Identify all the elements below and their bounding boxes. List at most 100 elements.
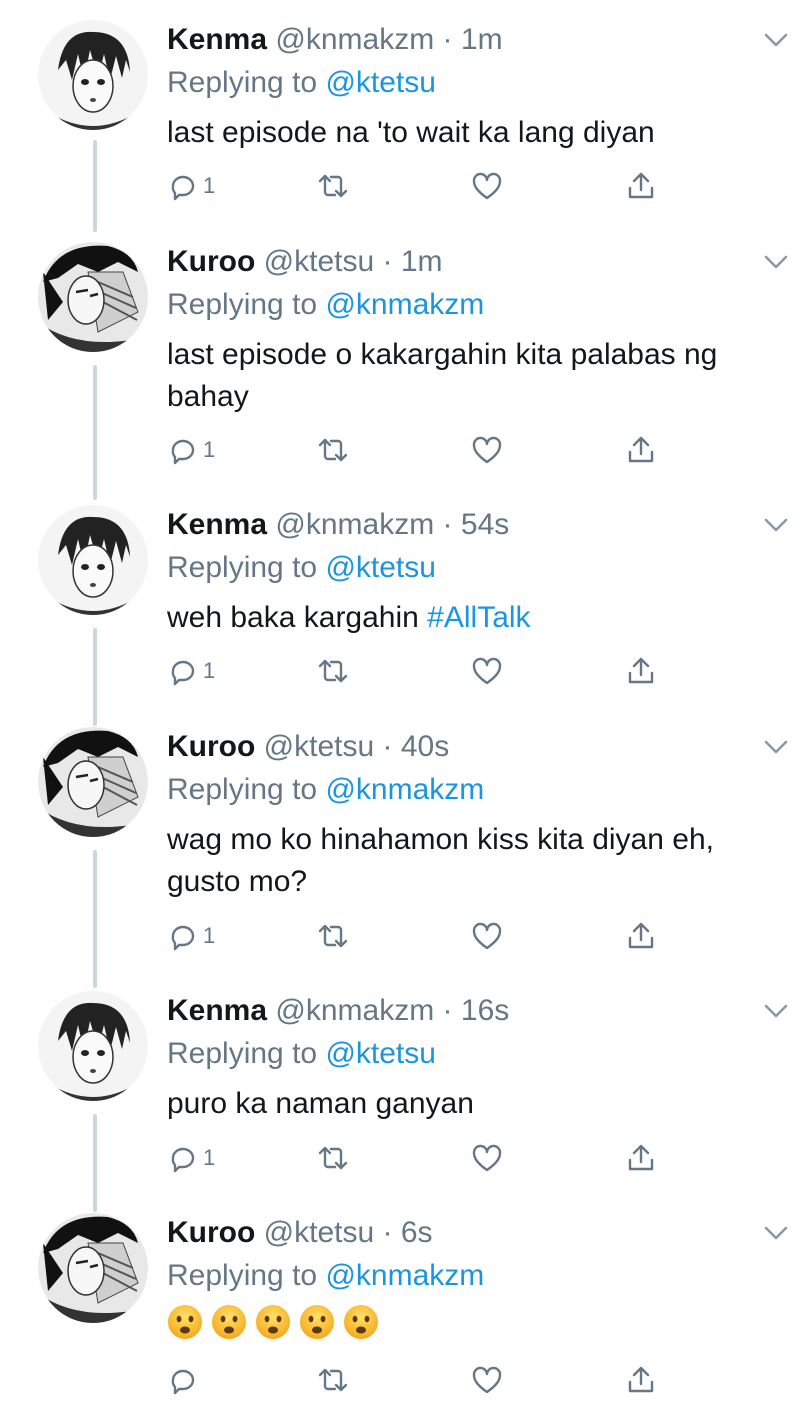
retweet-button[interactable] [317,1138,349,1178]
mention-link[interactable]: @ktetsu [325,551,436,584]
timestamp[interactable]: 16s [461,994,509,1027]
retweet-button[interactable] [317,916,349,956]
avatar-kuroo[interactable] [38,727,148,837]
retweet-button[interactable] [317,651,349,691]
avatar-kenma[interactable] [38,991,148,1101]
reply-prefix: Replying to [167,66,326,99]
chevron-down-icon[interactable] [763,30,789,50]
thread-line-4 [93,850,97,988]
mention-link[interactable]: @ktetsu [325,1037,436,1070]
reply-context: Replying to @knmakzm [167,1255,781,1297]
retweet-button[interactable] [317,1360,349,1400]
share-icon [628,172,654,199]
hashtag-link[interactable]: #AllTalk [427,601,530,634]
separator-dot: · [442,994,453,1027]
like-button[interactable] [471,916,503,956]
reply-context: Replying to @knmakzm [167,769,781,811]
reply-context: Replying to @knmakzm [167,284,781,326]
chevron-down-icon[interactable] [763,1001,789,1021]
tweet-text: weh baka kargahin #AllTalk [167,597,781,639]
share-button[interactable] [625,166,657,206]
user-handle[interactable]: @ktetsu [264,245,375,278]
share-icon [628,1366,654,1393]
heart-icon [472,1366,502,1394]
reply-icon [171,1369,195,1395]
chevron-down-icon[interactable] [763,252,789,272]
like-button[interactable] [471,1138,503,1178]
user-handle[interactable]: @ktetsu [264,730,375,763]
user-handle[interactable]: @ktetsu [264,1216,375,1249]
reply-button[interactable] [167,1360,199,1400]
like-button[interactable] [471,651,503,691]
chevron-down-icon[interactable] [763,1223,789,1243]
user-handle[interactable]: @knmakzm [275,508,434,541]
thread-line-2 [93,365,97,500]
chevron-down-icon[interactable] [763,737,789,757]
user-handle[interactable]: @knmakzm [275,23,434,56]
reply-button[interactable]: 1 [167,916,215,956]
thread-line-5 [93,1114,97,1212]
reply-button[interactable]: 1 [167,1138,215,1178]
timestamp[interactable]: 1m [401,245,443,278]
like-button[interactable] [471,1360,503,1400]
tweet-header: Kuroo @ktetsu · 1m [167,242,781,282]
like-button[interactable] [471,166,503,206]
tweet-actions: 1 [167,1138,667,1178]
tweet-line: puro ka naman ganyan [167,1087,474,1120]
reply-context: Replying to @ktetsu [167,1033,781,1075]
share-icon [628,436,654,463]
frowning-face-emoji [300,1305,334,1339]
avatar-kuroo[interactable] [38,242,148,352]
share-icon [628,1144,654,1171]
tweet-line: last episode na 'to wait ka lang diyan [167,116,655,149]
timestamp[interactable]: 40s [401,730,449,763]
retweet-icon [318,174,348,198]
reply-context: Replying to @ktetsu [167,62,781,104]
tweet-actions: 1 [167,916,667,956]
display-name[interactable]: Kenma [167,508,267,541]
frowning-face-emoji [256,1305,290,1339]
timestamp[interactable]: 6s [401,1216,433,1249]
separator-dot: · [382,1216,393,1249]
display-name[interactable]: Kuroo [167,245,255,278]
mention-link[interactable]: @ktetsu [325,66,436,99]
display-name[interactable]: Kuroo [167,1216,255,1249]
tweet-line: bahay [167,380,249,413]
reply-prefix: Replying to [167,773,326,806]
mention-link[interactable]: @knmakzm [325,1259,484,1292]
tweet-line: weh baka kargahin [167,601,428,634]
separator-dot: · [442,23,453,56]
share-button[interactable] [625,1360,657,1400]
avatar-kenma[interactable] [38,20,148,130]
mention-link[interactable]: @knmakzm [325,288,484,321]
heart-icon [472,657,502,685]
display-name[interactable]: Kenma [167,994,267,1027]
display-name[interactable]: Kenma [167,23,267,56]
avatar-kuroo[interactable] [38,1213,148,1323]
retweet-button[interactable] [317,166,349,206]
chevron-down-icon[interactable] [763,515,789,535]
reply-button[interactable]: 1 [167,166,215,206]
frowning-face-emoji [168,1305,202,1339]
retweet-button[interactable] [317,430,349,470]
mention-link[interactable]: @knmakzm [325,773,484,806]
thread-line-1 [93,140,97,232]
like-button[interactable] [471,430,503,470]
user-handle[interactable]: @knmakzm [275,994,434,1027]
share-icon [628,657,654,684]
timestamp[interactable]: 54s [461,508,509,541]
timestamp[interactable]: 1m [461,23,503,56]
share-button[interactable] [625,916,657,956]
share-button[interactable] [625,651,657,691]
frowning-face-emoji [212,1305,246,1339]
reply-button[interactable]: 1 [167,651,215,691]
avatar-kenma[interactable] [38,505,148,615]
share-button[interactable] [625,430,657,470]
share-button[interactable] [625,1138,657,1178]
display-name[interactable]: Kuroo [167,730,255,763]
heart-icon [472,172,502,200]
heart-icon [472,1144,502,1172]
thread-line-3 [93,628,97,726]
reply-button[interactable]: 1 [167,430,215,470]
retweet-icon [318,438,348,462]
